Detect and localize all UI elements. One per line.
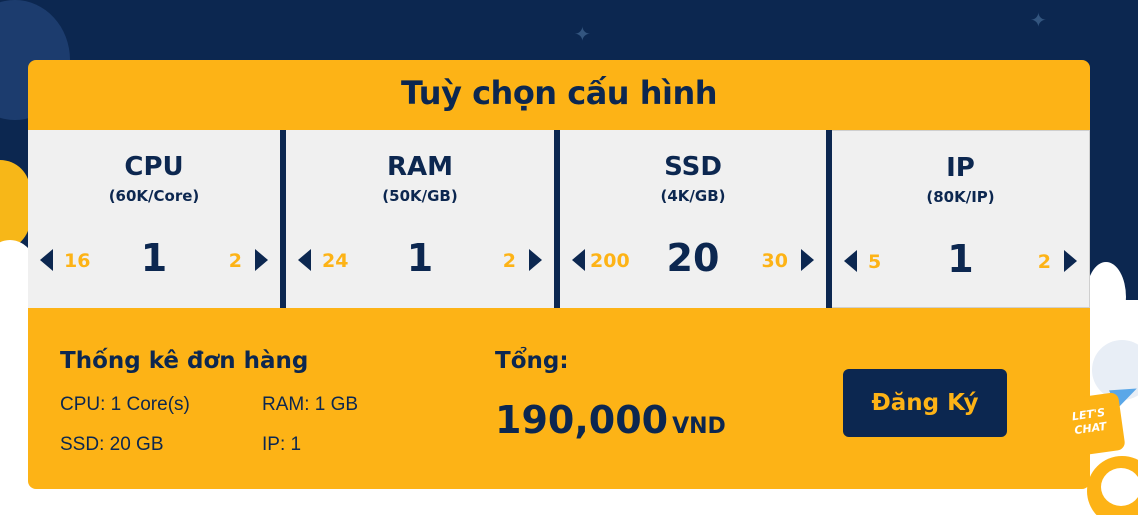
current-value: 1 [140, 236, 168, 280]
next-value: 2 [502, 250, 516, 272]
chat-bubble-icon [1101, 468, 1138, 506]
option-name: IP [946, 153, 975, 183]
option-ip: IP (80K/IP) 5 1 2 [832, 130, 1090, 308]
next-value: 2 [1037, 251, 1051, 273]
cpu-stepper: 16 1 2 [28, 234, 280, 284]
option-price: (80K/IP) [926, 188, 995, 206]
option-cpu: CPU (60K/Core) 16 1 2 [28, 130, 286, 308]
ip-stepper: 5 1 2 [832, 235, 1089, 285]
config-card: Tuỳ chọn cấu hình CPU (60K/Core) 16 1 2 … [28, 60, 1090, 489]
options-row: CPU (60K/Core) 16 1 2 RAM (50K/GB) 24 1 … [28, 130, 1090, 308]
lets-chat-badge[interactable]: LET'S CHAT [1054, 391, 1126, 459]
ram-stepper: 24 1 2 [286, 234, 554, 284]
background-cloud [1086, 262, 1126, 332]
next-value: 30 [761, 250, 788, 272]
total-price: 190,000 VND [495, 398, 726, 442]
summary-ram: RAM: 1 GB [262, 394, 359, 415]
summary-title: Thống kê đơn hàng [60, 348, 309, 374]
summary-cpu: CPU: 1 Core(s) [60, 394, 190, 415]
total-amount: 190,000 [495, 398, 669, 442]
star-icon: ✦ [574, 22, 591, 46]
star-icon: ✦ [1030, 8, 1047, 32]
increase-arrow-icon[interactable] [1064, 250, 1077, 272]
option-name: CPU [124, 152, 184, 182]
summary-ssd: SSD: 20 GB [60, 434, 164, 455]
total-label: Tổng: [495, 348, 569, 374]
option-ssd: SSD (4K/GB) 200 20 30 [560, 130, 832, 308]
option-price: (50K/GB) [382, 187, 458, 205]
register-button[interactable]: Đăng Ký [843, 369, 1007, 437]
option-price: (4K/GB) [660, 187, 726, 205]
total-currency: VND [672, 414, 726, 439]
background-rocket [0, 160, 30, 250]
page-title: Tuỳ chọn cấu hình [400, 74, 718, 112]
ssd-stepper: 200 20 30 [560, 234, 826, 284]
next-value: 2 [228, 250, 242, 272]
summary-ip: IP: 1 [262, 434, 302, 455]
option-name: RAM [386, 152, 453, 182]
option-ram: RAM (50K/GB) 24 1 2 [286, 130, 560, 308]
option-name: SSD [664, 152, 722, 182]
increase-arrow-icon[interactable] [529, 249, 542, 271]
increase-arrow-icon[interactable] [255, 249, 268, 271]
option-price: (60K/Core) [108, 187, 200, 205]
increase-arrow-icon[interactable] [801, 249, 814, 271]
